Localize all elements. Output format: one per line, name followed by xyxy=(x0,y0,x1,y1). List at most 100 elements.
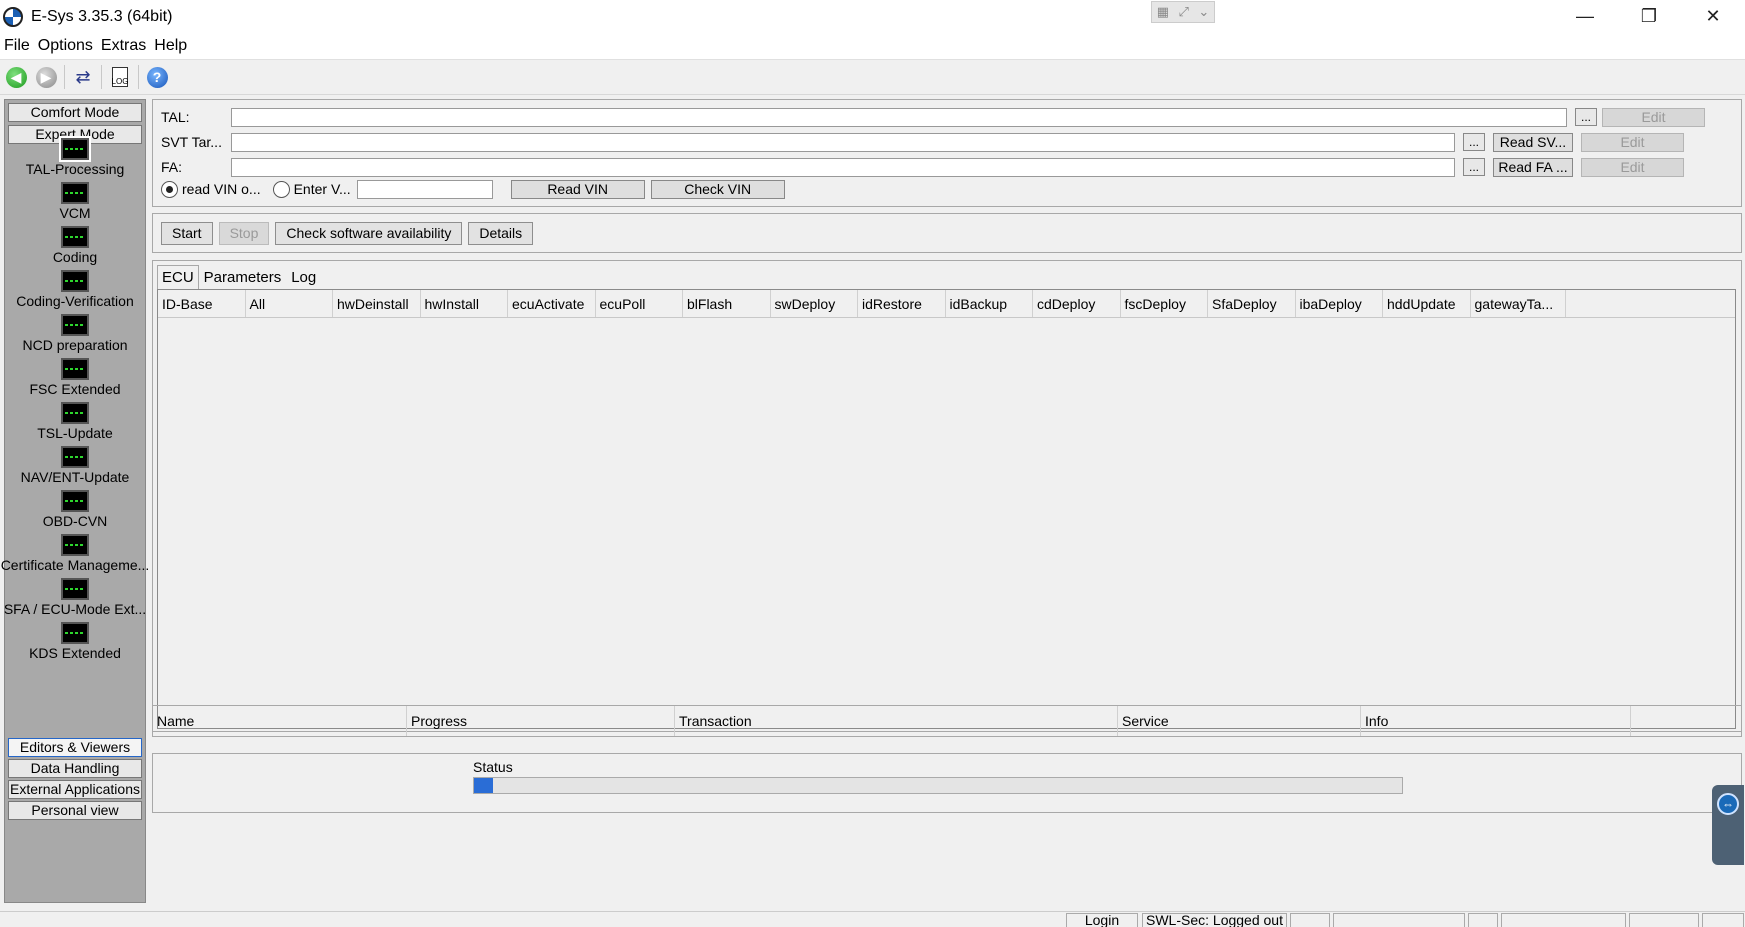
tal-field[interactable] xyxy=(231,107,1567,127)
enter-vin-radio-label: Enter V... xyxy=(293,181,351,197)
read-vin-radio[interactable] xyxy=(161,180,178,198)
remote-support-tab[interactable]: ⇔ xyxy=(1712,785,1744,865)
forward-button[interactable]: ▶ xyxy=(34,65,58,89)
read-vin-button[interactable]: Read VIN xyxy=(510,179,645,199)
read-fa-button[interactable]: Read FA ... xyxy=(1493,157,1573,177)
monitor-icon xyxy=(61,490,89,512)
column-header[interactable]: Transaction xyxy=(675,706,1118,736)
svt-browse-button[interactable]: ... xyxy=(1463,133,1485,151)
status-progress-bar xyxy=(473,777,1403,794)
fa-field[interactable] xyxy=(231,157,1455,177)
maximize-button[interactable]: ❐ xyxy=(1617,0,1681,33)
menu-help[interactable]: Help xyxy=(150,37,191,55)
monitor-icon xyxy=(61,578,89,600)
expand-icon[interactable]: ⤢ xyxy=(1178,4,1188,20)
column-header[interactable]: idBackup xyxy=(946,290,1033,317)
window-title: E-Sys 3.35.3 (64bit) xyxy=(31,7,173,25)
sidebar-item-kds-extended[interactable]: KDS Extended xyxy=(5,622,145,666)
external-applications-button[interactable]: External Applications xyxy=(8,780,142,799)
sidebar-item-certificate-management[interactable]: Certificate Manageme... xyxy=(1,534,149,578)
monitor-icon xyxy=(61,182,89,204)
tab-ecu[interactable]: ECU xyxy=(157,265,199,289)
menu-extras[interactable]: Extras xyxy=(97,37,150,55)
stop-button[interactable]: Stop xyxy=(218,221,270,245)
snap-layout-widget[interactable]: ▦ ⤢ ⌄ xyxy=(1151,1,1215,23)
connect-button[interactable]: ⇄ xyxy=(71,65,95,89)
grid-icon[interactable]: ▦ xyxy=(1157,4,1169,20)
svt-edit-button[interactable]: Edit xyxy=(1581,132,1684,152)
column-header[interactable]: ecuPoll xyxy=(596,290,683,317)
sidebar-item-nav-ent-update[interactable]: NAV/ENT-Update xyxy=(5,446,145,490)
sidebar-item-ncd-preparation[interactable]: NCD preparation xyxy=(5,314,145,358)
tab-parameters[interactable]: Parameters xyxy=(199,265,287,289)
tal-browse-button[interactable]: ... xyxy=(1575,108,1597,126)
sidebar-item-fsc-extended[interactable]: FSC Extended xyxy=(5,358,145,402)
sidebar-item-coding-verification[interactable]: Coding-Verification xyxy=(5,270,145,314)
column-header[interactable]: hwInstall xyxy=(421,290,508,317)
tab-log[interactable]: Log xyxy=(286,265,321,289)
column-header[interactable]: ibaDeploy xyxy=(1296,290,1383,317)
minimize-button[interactable]: — xyxy=(1553,0,1617,33)
start-button[interactable]: Start xyxy=(161,221,213,245)
status-bar: Login SWL-Sec: Logged out xyxy=(0,911,1745,927)
column-header[interactable]: idRestore xyxy=(858,290,946,317)
document-icon: LOG xyxy=(112,67,128,87)
column-header[interactable]: fscDeploy xyxy=(1121,290,1208,317)
column-header[interactable]: hwDeinstall xyxy=(333,290,421,317)
tal-edit-button[interactable]: Edit xyxy=(1602,107,1705,127)
column-header[interactable]: SfaDeploy xyxy=(1208,290,1296,317)
help-button[interactable]: ? xyxy=(145,65,169,89)
comfort-mode-button[interactable]: Comfort Mode xyxy=(8,103,142,122)
menu-file[interactable]: File xyxy=(0,37,34,55)
column-header[interactable]: Name xyxy=(153,706,407,736)
column-header[interactable]: blFlash xyxy=(683,290,771,317)
column-header[interactable]: ecuActivate xyxy=(508,290,596,317)
enter-vin-radio[interactable] xyxy=(272,180,290,198)
monitor-icon xyxy=(61,402,89,424)
check-vin-button[interactable]: Check VIN xyxy=(650,179,785,199)
column-header[interactable]: gatewayTa... xyxy=(1471,290,1566,317)
progress-fill xyxy=(474,778,493,793)
sidebar-item-coding[interactable]: Coding xyxy=(5,226,145,270)
column-header[interactable]: hddUpdate xyxy=(1383,290,1471,317)
tab-strip: ECU Parameters Log xyxy=(157,265,321,289)
column-header[interactable]: All xyxy=(246,290,333,317)
column-header[interactable]: Progress xyxy=(407,706,675,736)
status-cell xyxy=(1501,913,1626,927)
login-button[interactable]: Login xyxy=(1066,913,1138,927)
monitor-icon xyxy=(61,314,89,336)
sidebar-item-obd-cvn[interactable]: OBD-CVN xyxy=(5,490,145,534)
vin-input[interactable] xyxy=(356,179,493,199)
log-button[interactable]: LOG xyxy=(108,65,132,89)
sidebar-item-vcm[interactable]: VCM xyxy=(5,182,145,226)
close-button[interactable]: ✕ xyxy=(1681,0,1745,33)
fa-browse-button[interactable]: ... xyxy=(1463,158,1485,176)
details-button[interactable]: Details xyxy=(468,221,534,245)
ecu-table-header: ID-Base All hwDeinstall hwInstall ecuAct… xyxy=(158,290,1735,318)
swl-sec-status: SWL-Sec: Logged out xyxy=(1142,913,1287,927)
column-header[interactable]: Info xyxy=(1361,706,1631,736)
chevron-down-icon[interactable]: ⌄ xyxy=(1198,4,1209,20)
column-header[interactable]: cdDeploy xyxy=(1033,290,1121,317)
column-header[interactable]: Service xyxy=(1118,706,1361,736)
column-header[interactable]: ID-Base xyxy=(158,290,246,317)
status-label: Status xyxy=(473,759,513,775)
back-button[interactable]: ◀ xyxy=(4,65,28,89)
sidebar-item-sfa-ecu-mode[interactable]: SFA / ECU-Mode Ext... xyxy=(4,578,146,622)
menu-options[interactable]: Options xyxy=(34,37,97,55)
editors-viewers-button[interactable]: Editors & Viewers xyxy=(8,738,142,757)
column-header[interactable]: swDeploy xyxy=(771,290,858,317)
toolbar: ◀ ▶ ⇄ LOG ? xyxy=(0,60,1745,95)
fa-edit-button[interactable]: Edit xyxy=(1581,157,1684,177)
sidebar-item-tal-processing[interactable]: TAL-Processing xyxy=(5,136,145,182)
read-svt-button[interactable]: Read SV... xyxy=(1493,132,1573,152)
expert-function-list: TAL-Processing VCM Coding Coding-Verific… xyxy=(1,136,149,666)
data-handling-button[interactable]: Data Handling xyxy=(8,759,142,778)
sidebar-item-tsl-update[interactable]: TSL-Update xyxy=(5,402,145,446)
personal-view-button[interactable]: Personal view xyxy=(8,801,142,820)
tab-panel: ECU Parameters Log ID-Base All hwDeinsta… xyxy=(152,260,1742,732)
check-software-availability-button[interactable]: Check software availability xyxy=(275,221,463,245)
status-cell xyxy=(1290,913,1330,927)
svt-field[interactable] xyxy=(231,132,1455,152)
title-bar: E-Sys 3.35.3 (64bit) ▦ ⤢ ⌄ — ❐ ✕ xyxy=(0,0,1745,33)
